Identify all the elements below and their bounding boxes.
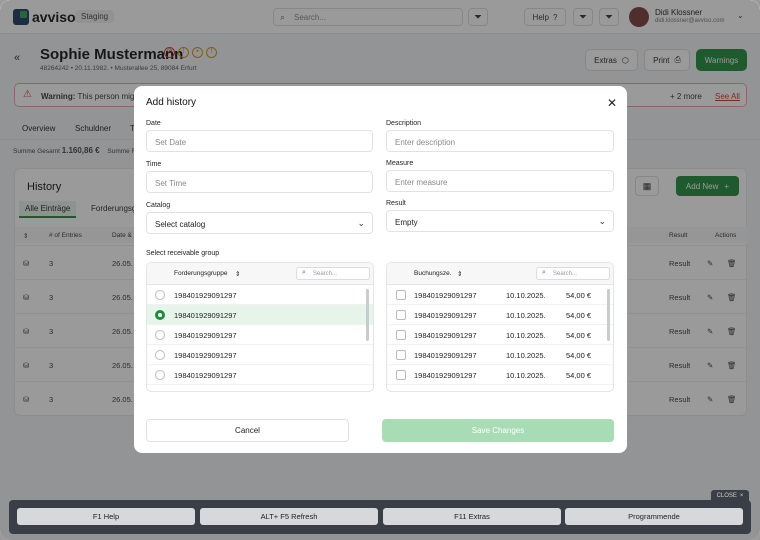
checkbox[interactable] <box>396 310 406 320</box>
left-list-scrollbar[interactable] <box>366 289 369 341</box>
right-search-input[interactable]: ⌕ Search... <box>536 267 610 280</box>
list-item-date: 10.10.2025. <box>506 371 546 380</box>
list-item[interactable]: 198401929091297 <box>147 365 373 385</box>
programmende-button[interactable]: Programmende <box>565 508 743 525</box>
buchungszeile-list: Buchungsze. ⇕ ⌕ Search... 198401929091297… <box>386 262 614 392</box>
catalog-value: Select catalog <box>155 220 206 229</box>
list-item-id: 198401929091297 <box>174 331 237 340</box>
list-item[interactable]: 198401929091297 10.10.2025. 54,00 € <box>387 305 613 325</box>
result-label: Result <box>386 200 406 207</box>
list-item-date: 10.10.2025. <box>506 311 546 320</box>
result-value: Empty <box>395 218 418 227</box>
list-item[interactable]: 198401929091297 <box>147 325 373 345</box>
f1-help-button[interactable]: F1 Help <box>17 508 195 525</box>
radio-button[interactable] <box>155 290 165 300</box>
measure-label: Measure <box>386 160 414 167</box>
catalog-label: Catalog <box>146 202 171 209</box>
list-item[interactable]: 198401929091297 10.10.2025. 54,00 € <box>387 345 613 365</box>
app-window: avviso Staging ⌕ Search... ⏷ Help? ⏷ ⏷ D… <box>0 0 760 540</box>
list-item-id: 198401929091297 <box>174 311 237 320</box>
list-item-id: 198401929091297 <box>174 291 237 300</box>
list-item-id: 198401929091297 <box>414 351 477 360</box>
checkbox[interactable] <box>396 350 406 360</box>
right-list-scrollbar[interactable] <box>607 289 610 341</box>
modal-title: Add history <box>146 97 197 108</box>
list-item-date: 10.10.2025. <box>506 331 546 340</box>
list-item[interactable]: 198401929091297 <box>147 285 373 305</box>
left-search-placeholder: Search... <box>313 271 338 277</box>
cancel-button[interactable]: Cancel <box>146 419 349 442</box>
description-input[interactable]: Enter description <box>386 130 614 152</box>
date-input[interactable]: Set Date <box>146 130 373 152</box>
list-header: Buchungsze. ⇕ ⌕ Search... <box>387 263 613 285</box>
left-search-input[interactable]: ⌕ Search... <box>296 267 370 280</box>
save-changes-button[interactable]: Save Changes <box>382 419 614 442</box>
measure-input[interactable]: Enter measure <box>386 170 614 192</box>
add-history-modal: Add history ✕ Date Set Date Description … <box>134 86 627 453</box>
list-item-amount: 54,00 € <box>566 351 592 360</box>
list-item-amount: 54,00 € <box>566 331 592 340</box>
forderungsgruppe-list: Forderungsgruppe ⇕ ⌕ Search... 1984019290… <box>146 262 374 392</box>
list-item-amount: 54,00 € <box>566 371 592 380</box>
list-header-buchungsze: Buchungsze. <box>414 270 452 277</box>
sort-icon[interactable]: ⇕ <box>235 270 240 278</box>
checkbox[interactable] <box>396 370 406 380</box>
list-item-id: 198401929091297 <box>414 371 477 380</box>
radio-button[interactable] <box>155 330 165 340</box>
list-item-id: 198401929091297 <box>414 311 477 320</box>
description-label: Description <box>386 120 422 127</box>
checkbox[interactable] <box>396 290 406 300</box>
catalog-select[interactable]: Select catalog ⌄ <box>146 212 373 234</box>
list-item[interactable]: 198401929091297 10.10.2025. 54,00 € <box>387 365 613 385</box>
list-header-forderungsgruppe: Forderungsgruppe <box>174 270 228 277</box>
list-item-date: 10.10.2025. <box>506 351 546 360</box>
list-item-id: 198401929091297 <box>414 291 477 300</box>
list-header: Forderungsgruppe ⇕ ⌕ Search... <box>147 263 373 285</box>
fkeys-close-label: CLOSE <box>716 492 737 499</box>
right-search-placeholder: Search... <box>553 271 578 277</box>
receivable-group-label: Select receivable group <box>146 250 220 257</box>
time-input[interactable]: Set Time <box>146 171 373 193</box>
result-select[interactable]: Empty ⌄ <box>386 210 614 232</box>
time-label: Time <box>146 161 162 168</box>
f11-extras-button[interactable]: F11 Extras <box>383 508 561 525</box>
list-item-amount: 54,00 € <box>566 291 592 300</box>
list-item-selected[interactable]: 198401929091297 <box>147 305 373 325</box>
list-item-amount: 54,00 € <box>566 311 592 320</box>
radio-button[interactable] <box>155 370 165 380</box>
list-item-date: 10.10.2025. <box>506 291 546 300</box>
date-label: Date <box>146 120 161 127</box>
list-item[interactable]: 198401929091297 <box>147 345 373 365</box>
refresh-button[interactable]: ALT+ F5 Refresh <box>200 508 378 525</box>
list-item[interactable]: 198401929091297 10.10.2025. 54,00 € <box>387 285 613 305</box>
chevron-down-icon: ⌄ <box>598 216 606 226</box>
radio-button-checked[interactable] <box>155 310 165 320</box>
list-item[interactable]: 198401929091297 10.10.2025. 54,00 € <box>387 325 613 345</box>
list-item-id: 198401929091297 <box>414 331 477 340</box>
function-key-bar: F1 Help ALT+ F5 Refresh F11 Extras Progr… <box>9 500 751 534</box>
list-item-id: 198401929091297 <box>174 351 237 360</box>
radio-button[interactable] <box>155 350 165 360</box>
close-icon: × <box>739 492 744 499</box>
close-icon[interactable]: ✕ <box>607 96 617 110</box>
search-icon: ⌕ <box>542 269 546 276</box>
search-icon: ⌕ <box>302 269 306 276</box>
list-item-id: 198401929091297 <box>174 371 237 380</box>
sort-icon[interactable]: ⇕ <box>457 270 462 278</box>
chevron-down-icon: ⌄ <box>357 218 365 228</box>
checkbox[interactable] <box>396 330 406 340</box>
